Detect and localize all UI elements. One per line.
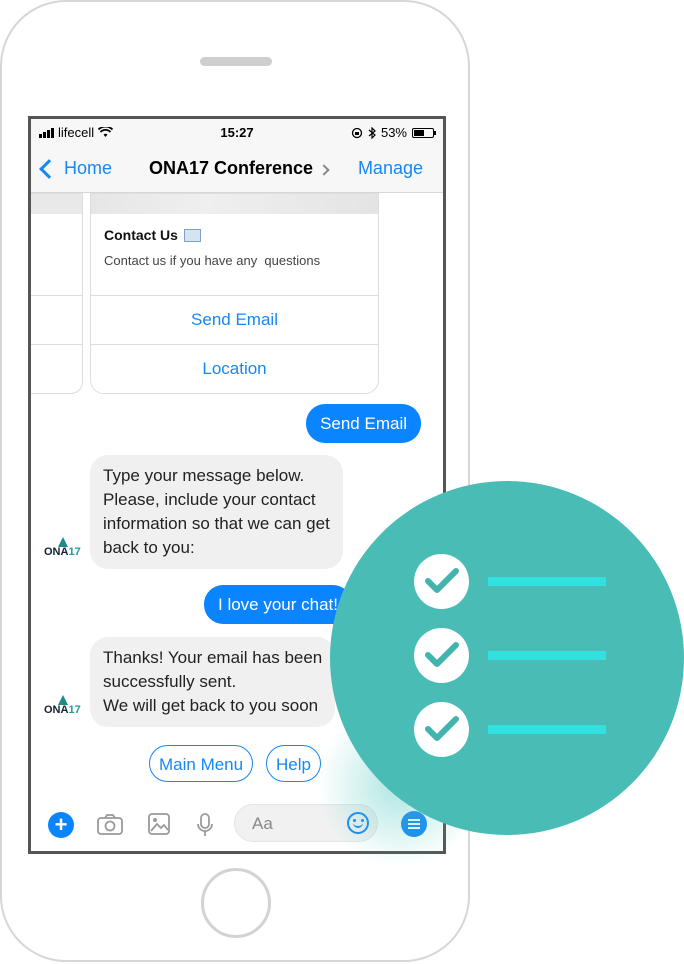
check-icon <box>414 702 469 757</box>
bluetooth-icon <box>368 126 376 139</box>
card-title-row: Contact Us <box>104 227 201 243</box>
card-divider <box>31 295 82 296</box>
card-image <box>31 194 82 214</box>
status-bar: lifecell 15:27 53% <box>31 119 443 146</box>
check-icon <box>414 628 469 683</box>
checklist-badge <box>330 481 684 835</box>
quick-reply-main-menu[interactable]: Main Menu <box>149 745 254 782</box>
carousel-card-previous[interactable] <box>31 193 83 394</box>
avatar-logo-text: ONA17 <box>44 546 81 558</box>
checklist-line <box>488 725 606 734</box>
message-incoming: Thanks! Your email has been successfully… <box>90 637 336 727</box>
avatar-text-main: ONA <box>44 704 69 716</box>
back-button[interactable]: Home <box>39 158 113 179</box>
conversation-title[interactable]: ONA17 Conference <box>149 158 313 179</box>
checklist-line <box>488 577 606 586</box>
avatar-logo-text: ONA17 <box>44 704 81 716</box>
plus-icon[interactable]: + <box>48 812 74 838</box>
battery-percent: 53% <box>380 125 407 140</box>
card-subtitle: Contact us if you have any questions <box>104 253 321 268</box>
location-button[interactable]: Location <box>91 344 378 393</box>
message-incoming: Type your message below. Please, include… <box>90 455 343 569</box>
checklist-line <box>488 651 606 660</box>
message-outgoing: I love your chat! <box>204 585 353 624</box>
status-right: 53% <box>351 125 436 140</box>
avatar: ONA17 <box>44 695 84 721</box>
chevron-left-icon <box>39 158 59 179</box>
quick-reply-help[interactable]: Help <box>266 745 321 782</box>
send-email-button[interactable]: Send Email <box>91 295 378 344</box>
envelope-icon <box>183 228 201 242</box>
checklist-row <box>414 628 606 683</box>
checklist-row <box>414 554 606 609</box>
lock-rotation-icon <box>351 127 363 138</box>
carousel-card-contact: Contact Us Contact us if you have any qu… <box>90 193 379 394</box>
avatar: ONA17 <box>44 537 84 563</box>
message-input-placeholder: Aa <box>252 814 273 833</box>
card-title: Contact Us <box>104 227 178 243</box>
battery-icon <box>412 127 436 138</box>
camera-icon[interactable] <box>97 813 123 835</box>
checklist-row <box>414 702 606 757</box>
chevron-right-icon <box>318 164 330 176</box>
image-icon[interactable] <box>148 813 170 835</box>
card-image <box>91 194 378 214</box>
nav-bar: Home ONA17 Conference Manage <box>31 146 443 193</box>
phone-speaker <box>200 57 272 66</box>
avatar-text-accent: 17 <box>68 704 81 716</box>
avatar-text-accent: 17 <box>68 546 81 558</box>
phone-home-button <box>201 868 271 938</box>
card-divider <box>31 344 82 345</box>
microphone-icon[interactable] <box>196 813 214 837</box>
avatar-text-main: ONA <box>44 546 69 558</box>
manage-button[interactable]: Manage <box>358 158 423 179</box>
back-label: Home <box>64 158 113 178</box>
message-outgoing: Send Email <box>306 404 421 443</box>
check-icon <box>414 554 469 609</box>
